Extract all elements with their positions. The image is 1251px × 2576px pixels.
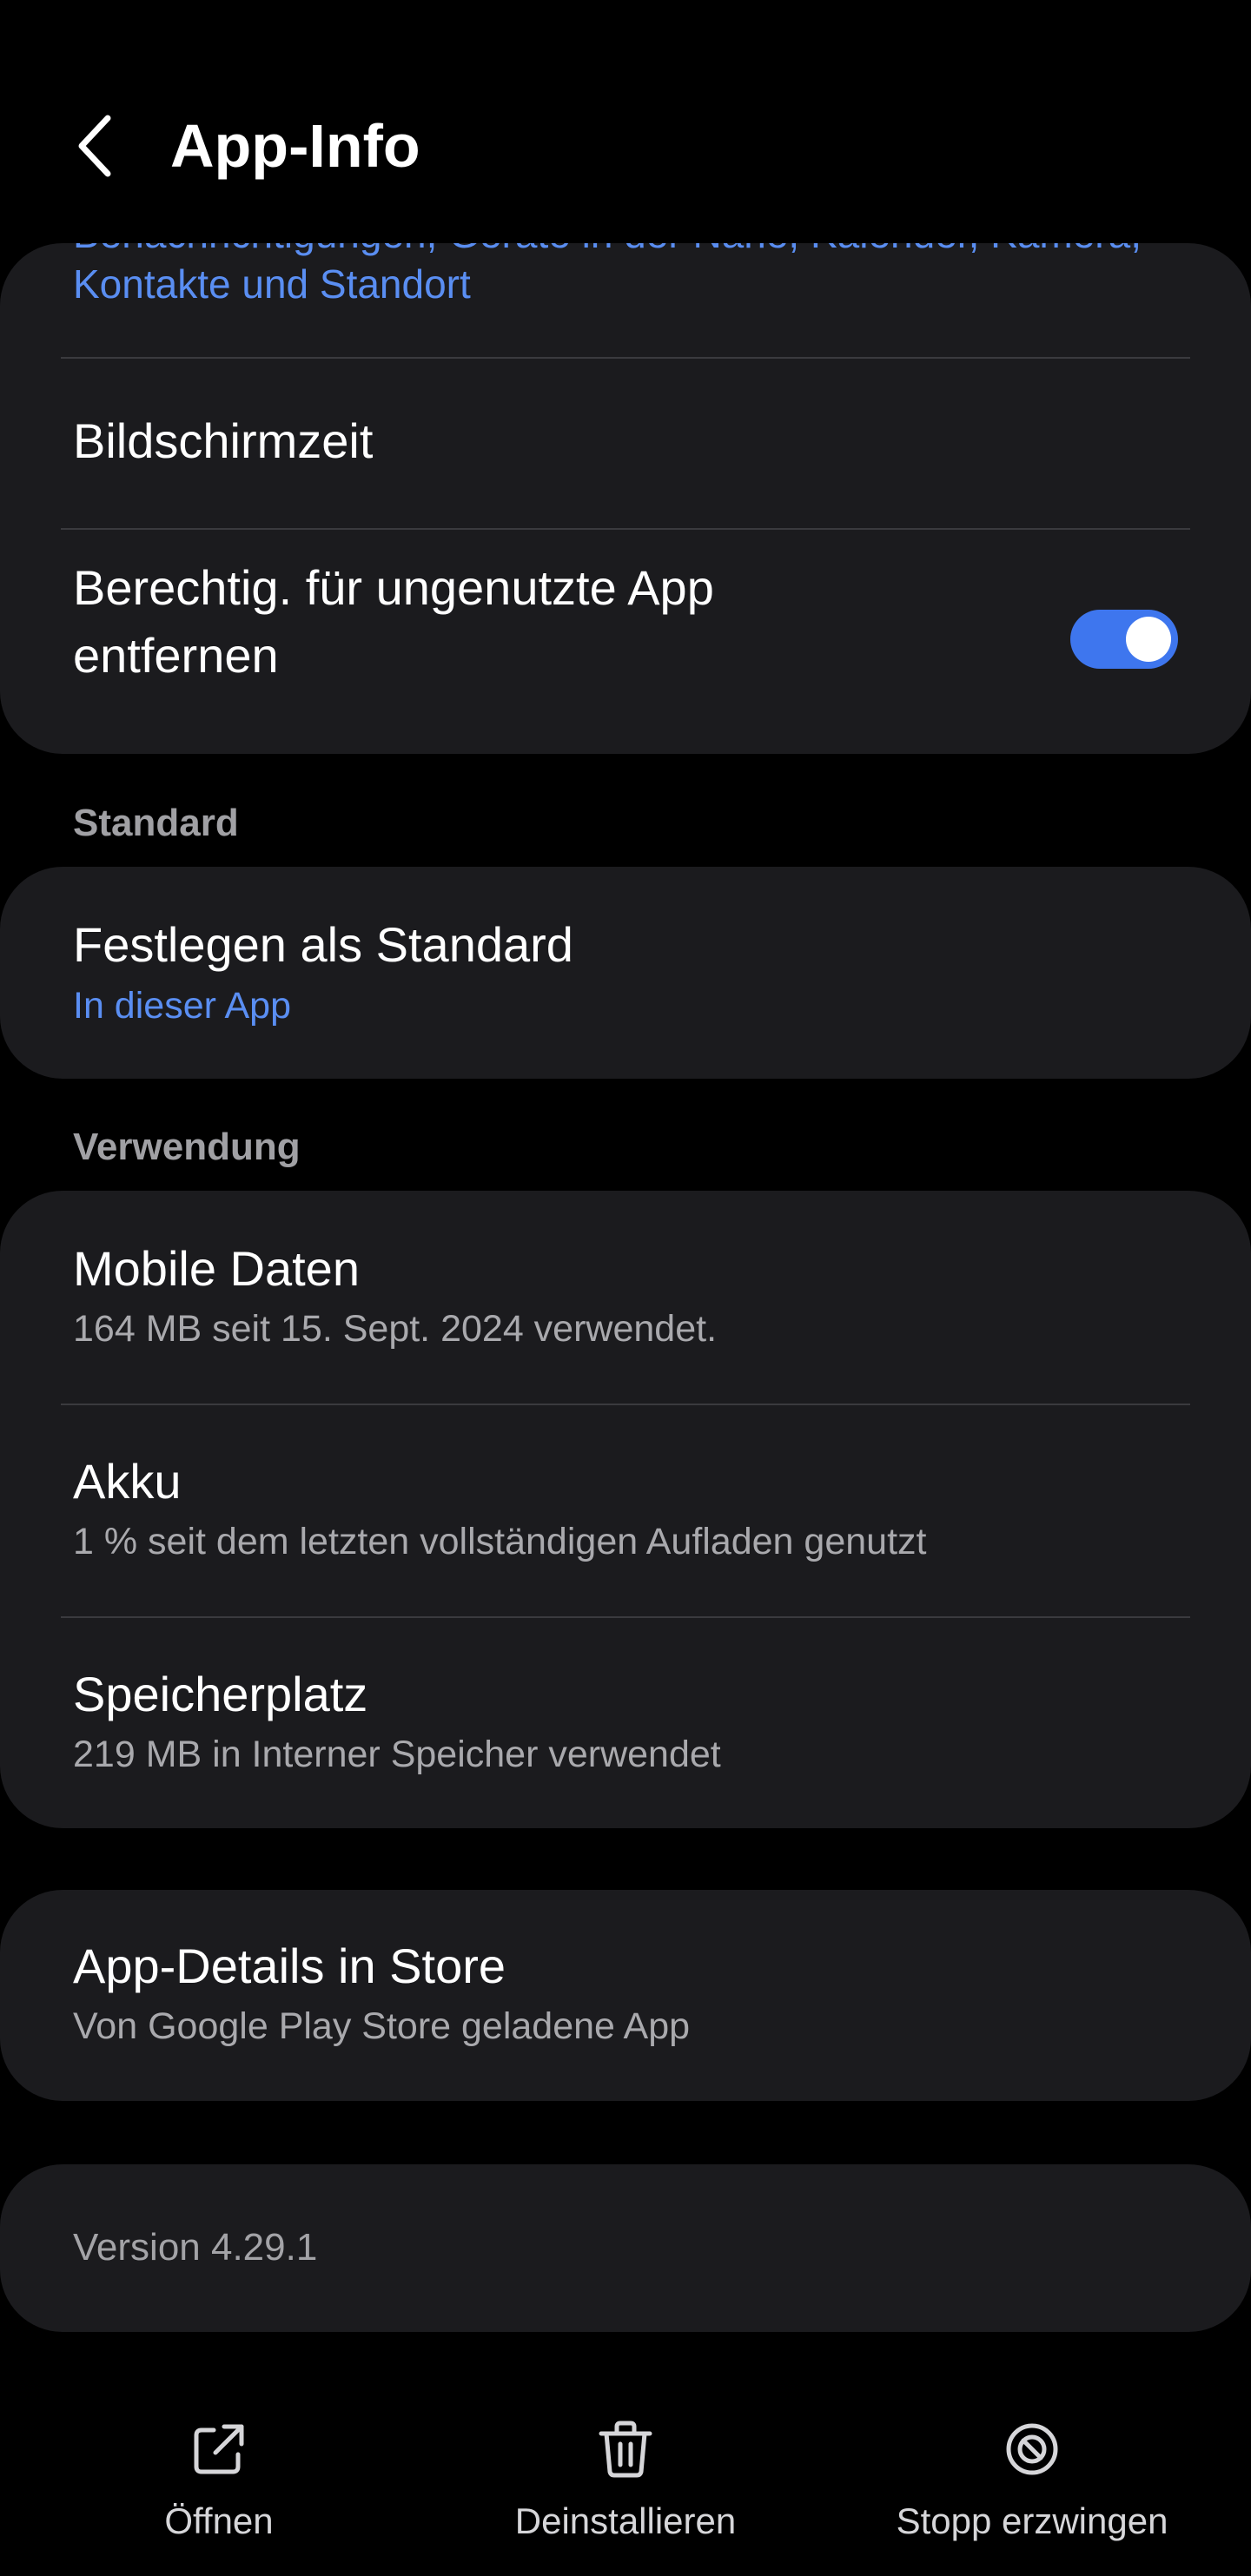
app-details-store-row[interactable]: App-Details in Store Von Google Play Sto… — [0, 1890, 1251, 2101]
standard-card: Festlegen als Standard In dieser App — [0, 867, 1251, 1079]
version-text: Version 4.29.1 — [73, 2226, 318, 2269]
app-details-store-sub: Von Google Play Store geladene App — [73, 2005, 691, 2047]
store-card: App-Details in Store Von Google Play Sto… — [0, 1890, 1251, 2101]
app-bar: App-Info — [0, 0, 1251, 234]
set-default-row[interactable]: Festlegen als Standard In dieser App — [0, 867, 1251, 1079]
screen-time-row[interactable]: Bildschirmzeit — [0, 359, 1251, 527]
battery-title: Akku — [73, 1454, 182, 1509]
app-details-store-title: App-Details in Store — [73, 1939, 506, 1993]
remove-permissions-title-line-2: entfernen — [73, 628, 279, 683]
section-label-standard: Standard — [73, 802, 239, 844]
force-stop-label: Stopp erzwingen — [896, 2500, 1168, 2541]
section-label-usage: Verwendung — [73, 1126, 301, 1168]
permissions-summary-line-1: Benachrichtigungen, Geräte in der Nähe, … — [73, 243, 1142, 259]
page-title: App-Info — [170, 112, 420, 180]
back-button[interactable] — [54, 104, 137, 188]
bottom-action-bar: Öffnen Deinstallieren Stopp erzwingen — [0, 2380, 1251, 2576]
open-label: Öffnen — [164, 2500, 274, 2541]
storage-row[interactable]: Speicherplatz 219 MB in Interner Speiche… — [0, 1618, 1251, 1828]
mobile-data-row[interactable]: Mobile Daten 164 MB seit 15. Sept. 2024 … — [0, 1191, 1251, 1404]
open-external-icon — [194, 2424, 244, 2474]
force-stop-button[interactable]: Stopp erzwingen — [824, 2380, 1241, 2576]
permissions-card: Benachrichtigungen, Geräte in der Nähe, … — [0, 243, 1251, 754]
permissions-row[interactable]: Benachrichtigungen, Geräte in der Nähe, … — [0, 243, 1251, 356]
toggle-knob — [1126, 617, 1171, 662]
uninstall-button[interactable]: Deinstallieren — [417, 2380, 834, 2576]
usage-card: Mobile Daten 164 MB seit 15. Sept. 2024 … — [0, 1191, 1251, 1828]
remove-permissions-row[interactable]: Berechtig. für ungenutzte App entfernen — [0, 530, 1251, 754]
screen-time-title: Bildschirmzeit — [73, 413, 374, 468]
set-default-sub: In dieser App — [73, 985, 292, 1027]
storage-sub: 219 MB in Interner Speicher verwendet — [73, 1734, 721, 1775]
battery-sub: 1 % seit dem letzten vollständigen Aufla… — [73, 1521, 927, 1562]
remove-permissions-title-line-1: Berechtig. für ungenutzte App — [73, 560, 714, 615]
uninstall-label: Deinstallieren — [514, 2500, 737, 2541]
set-default-title: Festlegen als Standard — [73, 917, 573, 972]
block-icon — [1006, 2423, 1058, 2475]
permissions-summary-line-2: Kontakte und Standort — [73, 261, 471, 307]
remove-permissions-toggle[interactable] — [1070, 610, 1178, 669]
storage-title: Speicherplatz — [73, 1667, 368, 1721]
mobile-data-title: Mobile Daten — [73, 1241, 360, 1296]
chevron-left-icon — [78, 115, 111, 177]
battery-row[interactable]: Akku 1 % seit dem letzten vollständigen … — [0, 1405, 1251, 1616]
version-card: Version 4.29.1 — [0, 2164, 1251, 2332]
mobile-data-sub: 164 MB seit 15. Sept. 2024 verwendet. — [73, 1308, 718, 1350]
open-button[interactable]: Öffnen — [10, 2380, 427, 2576]
trash-icon — [599, 2421, 652, 2478]
